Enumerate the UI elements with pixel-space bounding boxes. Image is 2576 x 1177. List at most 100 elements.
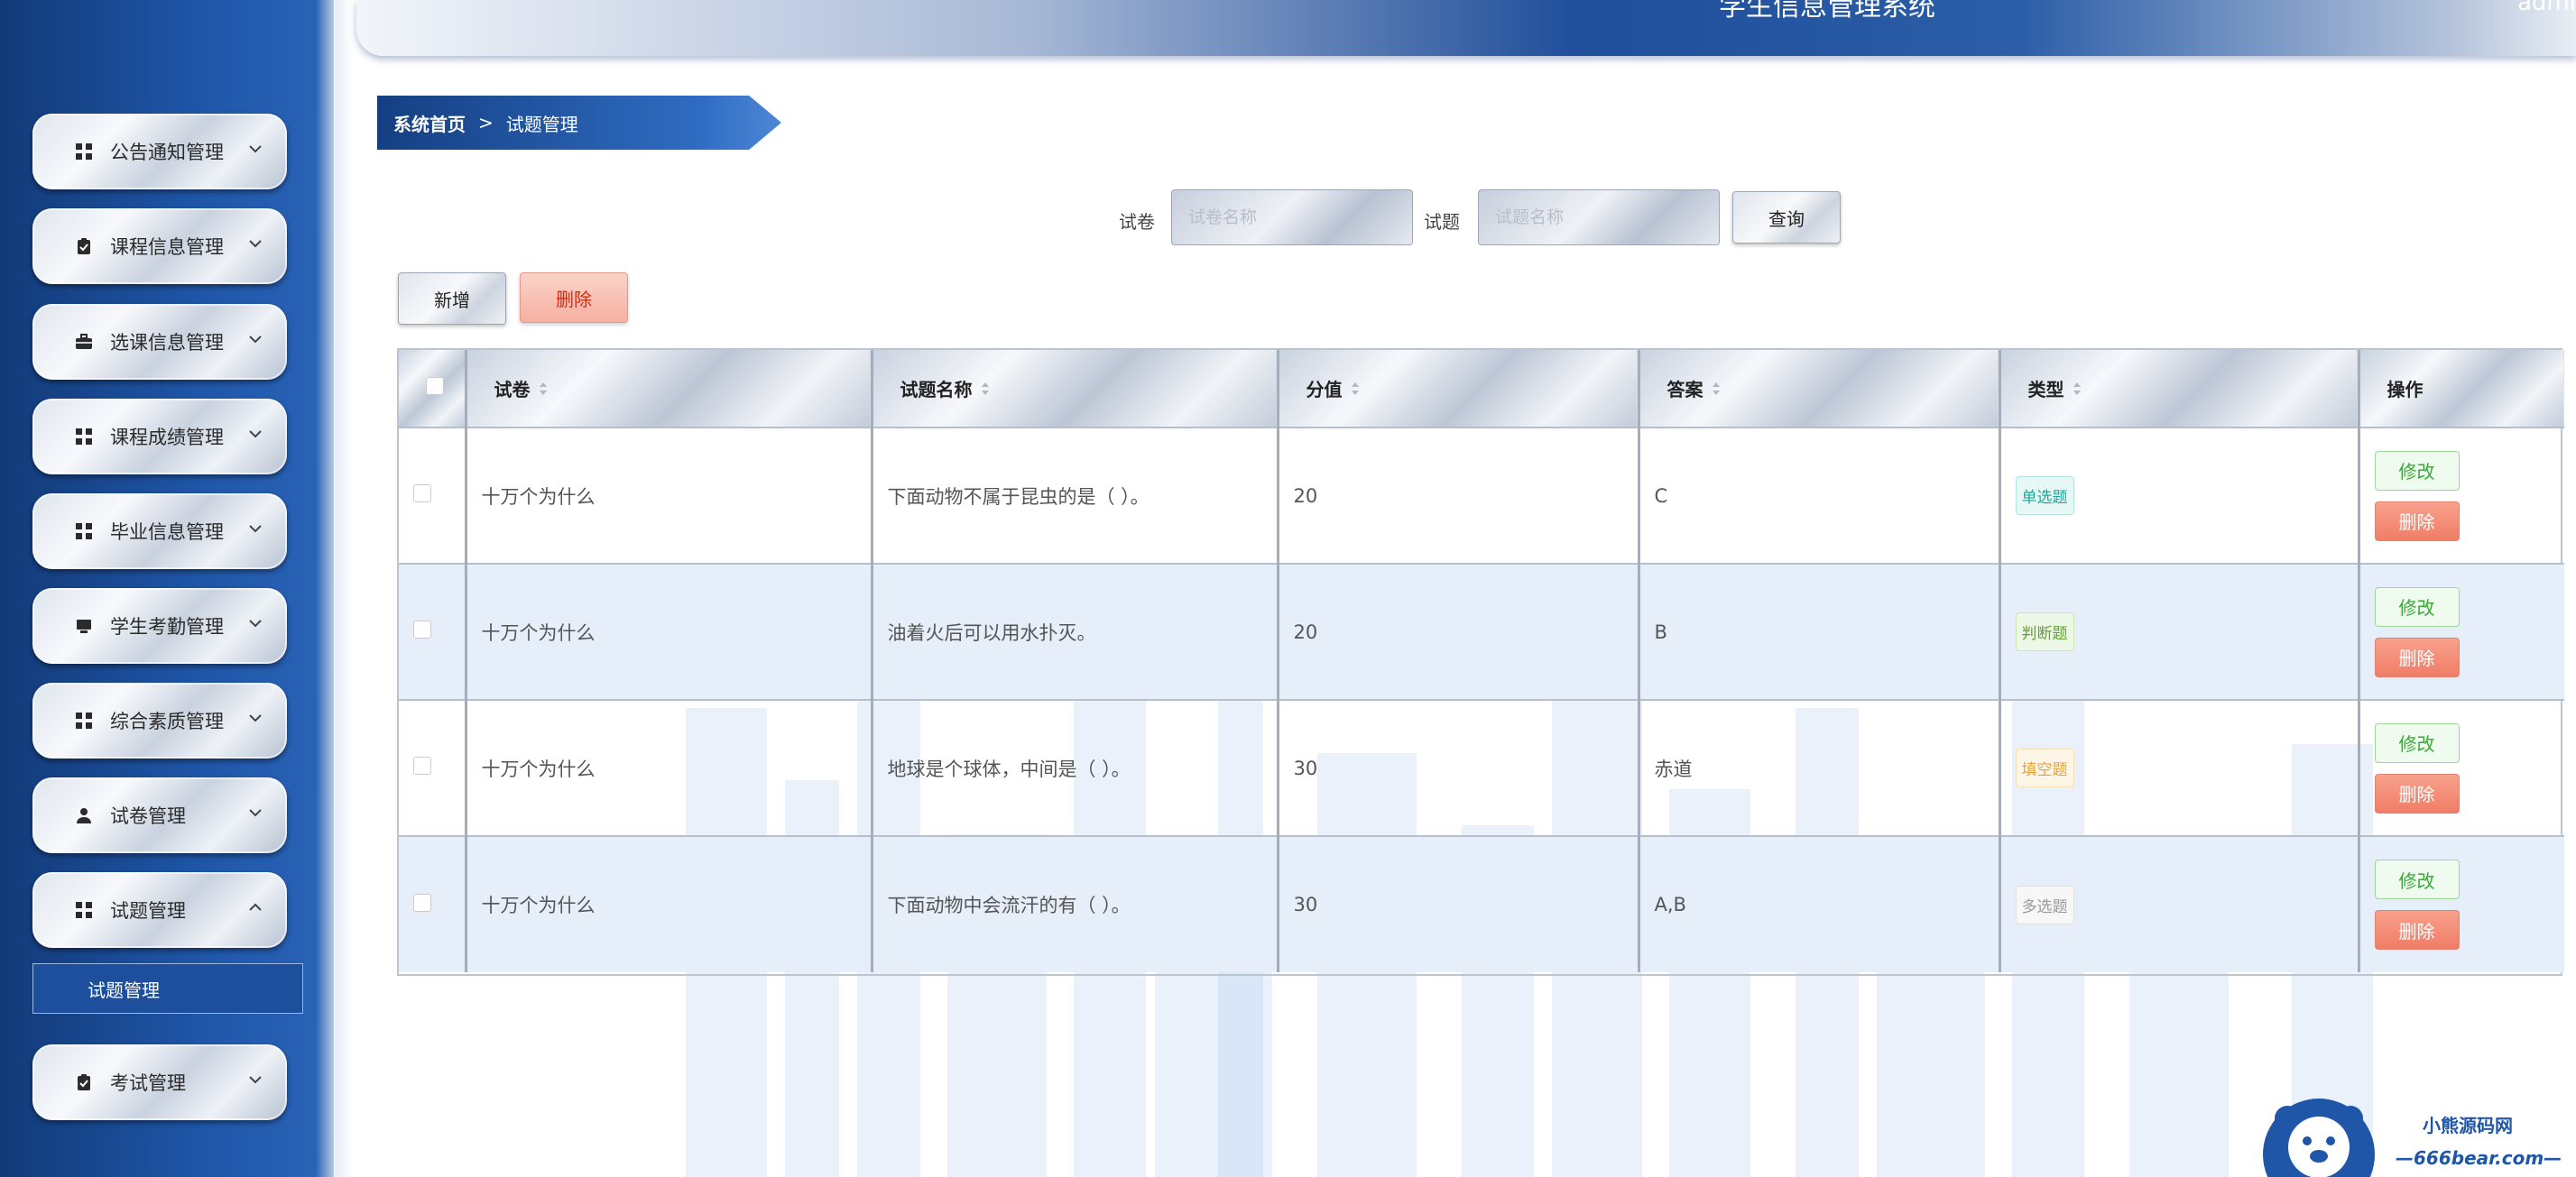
type-badge: 判断题 bbox=[2015, 612, 2074, 651]
row-select-cell[interactable] bbox=[399, 836, 467, 972]
clipboard-icon bbox=[74, 1072, 94, 1092]
grid-icon bbox=[74, 427, 94, 446]
sidebar-item-label: 试卷管理 bbox=[110, 805, 186, 827]
table-row: 十万个为什么 地球是个球体，中间是（ ）。 30 赤道 填空题 修改 删除 bbox=[399, 700, 2564, 836]
grid-icon bbox=[74, 711, 94, 731]
chevron-down-icon bbox=[247, 426, 263, 442]
chevron-down-icon bbox=[247, 805, 263, 821]
briefcase-icon bbox=[74, 332, 94, 352]
cell-paper: 十万个为什么 bbox=[466, 564, 873, 700]
cell-score: 30 bbox=[1278, 700, 1640, 836]
chevron-down-icon bbox=[247, 331, 263, 347]
sidebar-item[interactable]: 选课信息管理 bbox=[32, 304, 287, 380]
cell-score: 20 bbox=[1278, 564, 1640, 700]
column-header-answer[interactable]: 答案 bbox=[1639, 350, 2001, 428]
row-checkbox[interactable] bbox=[413, 757, 431, 775]
sidebar-item[interactable]: 学生考勤管理 bbox=[32, 588, 287, 664]
batch-delete-button[interactable]: 删除 bbox=[520, 272, 628, 323]
cell-type: 单选题 bbox=[1999, 428, 2360, 564]
sidebar-item-label: 考试管理 bbox=[110, 1072, 186, 1094]
select-all-cell[interactable] bbox=[399, 350, 467, 428]
question-search-input[interactable] bbox=[1478, 189, 1720, 245]
sort-icon[interactable] bbox=[538, 380, 549, 401]
table-row: 十万个为什么 油着火后可以用水扑灭。 20 B 判断题 修改 删除 bbox=[399, 564, 2564, 700]
cell-paper: 十万个为什么 bbox=[466, 836, 873, 972]
watermark-logo: 小熊源码网 —666bear.com— bbox=[2260, 1091, 2567, 1177]
sidebar-item[interactable]: 公告通知管理 bbox=[32, 114, 287, 189]
row-select-cell[interactable] bbox=[399, 700, 467, 836]
row-checkbox[interactable] bbox=[413, 893, 431, 912]
cell-operation: 修改 删除 bbox=[2359, 700, 2564, 836]
sidebar-item-label: 课程成绩管理 bbox=[110, 427, 224, 448]
top-header: 学生信息管理系统 admin 退出登录 bbox=[356, 0, 2576, 56]
cell-question-name: 地球是个球体，中间是（ ）。 bbox=[872, 700, 1279, 836]
row-select-cell[interactable] bbox=[399, 428, 467, 564]
type-badge: 填空题 bbox=[2015, 749, 2074, 787]
sort-icon[interactable] bbox=[1350, 380, 1361, 401]
chevron-down-icon bbox=[247, 1071, 263, 1088]
cell-answer: A,B bbox=[1639, 836, 2001, 972]
chevron-down-icon bbox=[247, 235, 263, 252]
sidebar-item[interactable]: 课程信息管理 bbox=[32, 208, 287, 284]
column-header-type[interactable]: 类型 bbox=[1999, 350, 2360, 428]
edit-button[interactable]: 修改 bbox=[2374, 586, 2460, 627]
delete-button[interactable]: 删除 bbox=[2374, 910, 2460, 950]
sidebar-item[interactable]: 考试管理 bbox=[32, 1044, 287, 1120]
column-header-score[interactable]: 分值 bbox=[1278, 350, 1640, 428]
delete-button[interactable]: 删除 bbox=[2374, 501, 2460, 541]
paper-search-input[interactable] bbox=[1171, 189, 1413, 245]
cell-score: 20 bbox=[1278, 428, 1640, 564]
chevron-up-icon bbox=[247, 899, 263, 915]
row-checkbox[interactable] bbox=[413, 484, 431, 502]
edit-button[interactable]: 修改 bbox=[2374, 860, 2460, 899]
select-all-checkbox[interactable] bbox=[426, 377, 444, 395]
cell-type: 判断题 bbox=[1999, 564, 2360, 700]
column-header-paper[interactable]: 试卷 bbox=[466, 350, 873, 428]
type-badge: 单选题 bbox=[2015, 476, 2074, 515]
sidebar-item-label: 学生考勤管理 bbox=[110, 616, 224, 638]
delete-button[interactable]: 删除 bbox=[2374, 773, 2460, 814]
cell-operation: 修改 删除 bbox=[2359, 428, 2564, 564]
sort-icon[interactable] bbox=[1711, 380, 1722, 401]
breadcrumb-separator: > bbox=[478, 112, 494, 133]
row-select-cell[interactable] bbox=[399, 564, 467, 700]
cell-answer: B bbox=[1639, 564, 2001, 700]
sidebar-item-label: 选课信息管理 bbox=[110, 332, 224, 354]
sidebar-item[interactable]: 毕业信息管理 bbox=[32, 493, 287, 569]
sidebar-item-label: 毕业信息管理 bbox=[110, 521, 224, 543]
delete-button[interactable]: 删除 bbox=[2374, 637, 2460, 677]
add-button[interactable]: 新增 bbox=[398, 272, 506, 325]
cell-operation: 修改 删除 bbox=[2359, 836, 2564, 972]
cell-question-name: 下面动物不属于昆虫的是（ ）。 bbox=[872, 428, 1279, 564]
sidebar-item-label: 课程信息管理 bbox=[110, 236, 224, 258]
paper-label: 试卷 bbox=[1119, 211, 1155, 233]
question-table: 试卷 试题名称 分值 答案 类型 操作 十万个为什么 下面动物不属于昆虫的是（ ）… bbox=[397, 348, 2564, 976]
query-button[interactable]: 查询 bbox=[1732, 191, 1841, 244]
row-checkbox[interactable] bbox=[413, 621, 431, 639]
watermark-line2: —666bear.com— bbox=[2396, 1147, 2562, 1169]
sidebar-item-label: 综合素质管理 bbox=[110, 711, 224, 732]
type-badge: 多选题 bbox=[2015, 885, 2074, 924]
cell-answer: C bbox=[1639, 428, 2001, 564]
cell-score: 30 bbox=[1278, 836, 1640, 972]
table-header-row: 试卷 试题名称 分值 答案 类型 操作 bbox=[399, 350, 2564, 428]
watermark-line1: 小熊源码网 bbox=[2423, 1115, 2513, 1136]
breadcrumb-home[interactable]: 系统首页 bbox=[393, 110, 466, 136]
sidebar-item[interactable]: 试题管理 bbox=[32, 872, 287, 948]
chevron-down-icon bbox=[247, 710, 263, 726]
table-row: 十万个为什么 下面动物不属于昆虫的是（ ）。 20 C 单选题 修改 删除 bbox=[399, 428, 2564, 564]
submenu-item-question-manage[interactable]: 试题管理 bbox=[32, 963, 303, 1014]
column-header-question-name[interactable]: 试题名称 bbox=[872, 350, 1279, 428]
cell-type: 多选题 bbox=[1999, 836, 2360, 972]
edit-button[interactable]: 修改 bbox=[2374, 722, 2460, 763]
sidebar-item[interactable]: 课程成绩管理 bbox=[32, 399, 287, 474]
user-icon bbox=[74, 805, 94, 825]
sidebar-item[interactable]: 综合素质管理 bbox=[32, 683, 287, 759]
breadcrumb: 系统首页 > 试题管理 bbox=[377, 96, 781, 150]
user-logout[interactable]: admin 退出登录 bbox=[2517, 0, 2576, 17]
sort-icon[interactable] bbox=[2072, 380, 2082, 401]
sort-icon[interactable] bbox=[980, 380, 991, 401]
sidebar-item[interactable]: 试卷管理 bbox=[32, 777, 287, 853]
edit-button[interactable]: 修改 bbox=[2374, 450, 2460, 491]
cell-answer: 赤道 bbox=[1639, 700, 2001, 836]
